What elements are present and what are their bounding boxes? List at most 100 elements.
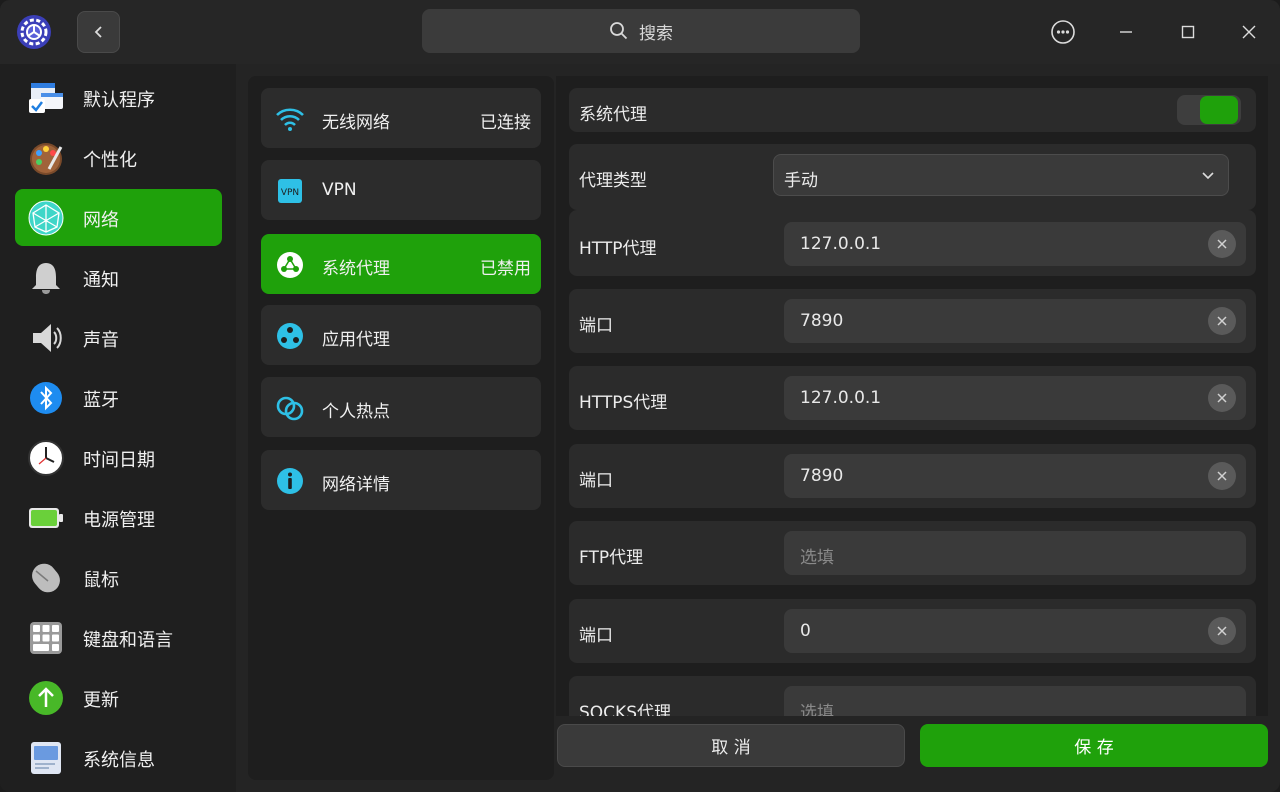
network-menu: 无线网络 已连接 VPN VPN 系统代理 已禁用 应用代理 个人热点 网络详情 (248, 76, 554, 780)
clear-icon (1217, 239, 1227, 249)
more-options-icon (1051, 20, 1075, 44)
network-menu-item-label: 个人热点 (322, 402, 390, 422)
sidebar-item-notification[interactable]: 通知 (15, 249, 222, 306)
sidebar-item-system-info[interactable]: 系统信息 (15, 729, 222, 786)
control-center-logo-icon (17, 15, 51, 49)
network-menu-item-status: 已连接 (480, 113, 531, 133)
http-proxy-row: HTTP代理 127.0.0.1 (569, 210, 1256, 276)
clear-icon (1217, 471, 1227, 481)
ftp-port-row: 端口 0 (569, 599, 1256, 663)
http-proxy-input[interactable]: 127.0.0.1 (784, 222, 1246, 266)
sidebar-item-power[interactable]: 电源管理 (15, 489, 222, 546)
sidebar-item-label: 声音 (83, 330, 119, 351)
close-button[interactable] (1233, 16, 1265, 48)
https-port-row: 端口 7890 (569, 444, 1256, 508)
http-port-input[interactable]: 7890 (784, 299, 1246, 343)
https-proxy-input[interactable]: 127.0.0.1 (784, 376, 1246, 420)
socks-proxy-input[interactable]: 选填 (784, 686, 1246, 716)
sidebar-item-label: 鼠标 (83, 570, 119, 591)
socks-proxy-label: SOCKS代理 (579, 703, 671, 716)
ftp-port-input[interactable]: 0 (784, 609, 1246, 653)
http-port-value: 7890 (800, 311, 844, 331)
minimize-icon (1120, 31, 1132, 33)
battery-icon (29, 508, 63, 528)
speaker-icon (33, 324, 62, 352)
sidebar-item-update[interactable]: 更新 (15, 669, 222, 726)
network-menu-item-app-proxy[interactable]: 应用代理 (261, 305, 541, 365)
back-button[interactable] (77, 11, 120, 53)
proxy-type-value: 手动 (784, 171, 818, 191)
network-menu-item-label: 无线网络 (322, 113, 390, 133)
http-proxy-clear-button[interactable] (1208, 230, 1236, 258)
https-proxy-clear-button[interactable] (1208, 384, 1236, 412)
network-menu-item-status: 已禁用 (480, 259, 531, 279)
network-menu-item-hotspot[interactable]: 个人热点 (261, 377, 541, 437)
network-menu-item-label: 网络详情 (322, 475, 390, 495)
ftp-proxy-input[interactable]: 选填 (784, 531, 1246, 575)
proxy-type-select[interactable]: 手动 (773, 154, 1229, 196)
chevron-down-icon (1202, 172, 1214, 180)
ftp-proxy-row: FTP代理 选填 (569, 521, 1256, 585)
system-proxy-label: 系统代理 (579, 105, 647, 125)
https-port-value: 7890 (800, 466, 844, 486)
toggle-knob (1200, 96, 1238, 124)
ftp-proxy-label: FTP代理 (579, 548, 644, 568)
http-port-row: 端口 7890 (569, 289, 1256, 353)
minimize-button[interactable] (1110, 16, 1142, 48)
system-info-icon (31, 742, 61, 774)
https-port-input[interactable]: 7890 (784, 454, 1246, 498)
proxy-icon (277, 252, 303, 278)
network-menu-item-details[interactable]: 网络详情 (261, 450, 541, 510)
more-options-button[interactable] (1047, 16, 1079, 48)
cancel-button[interactable]: 取 消 (557, 724, 905, 767)
sidebar: 默认程序 个性化 网络 通知 声音 蓝牙 时间日期 电源管理 鼠标 键盘和语言 … (0, 64, 236, 792)
http-proxy-label: HTTP代理 (579, 239, 657, 259)
app-proxy-icon (277, 323, 303, 349)
sidebar-item-label: 电源管理 (83, 510, 155, 531)
http-port-clear-button[interactable] (1208, 307, 1236, 335)
https-proxy-value: 127.0.0.1 (800, 388, 882, 408)
sidebar-item-label: 网络 (83, 210, 119, 231)
sidebar-item-label: 更新 (83, 690, 119, 711)
hotspot-icon (276, 396, 304, 421)
ftp-proxy-placeholder: 选填 (800, 548, 834, 568)
sidebar-item-label: 蓝牙 (83, 390, 119, 411)
https-port-clear-button[interactable] (1208, 462, 1236, 490)
vpn-icon: VPN (278, 179, 302, 203)
ftp-port-value: 0 (800, 621, 811, 641)
sidebar-item-keyboard[interactable]: 键盘和语言 (15, 609, 222, 666)
search-input[interactable]: 搜索 (422, 9, 860, 53)
network-menu-item-system-proxy[interactable]: 系统代理 已禁用 (261, 234, 541, 294)
close-icon (1242, 25, 1256, 39)
network-menu-item-vpn[interactable]: VPN VPN (261, 160, 541, 220)
network-icon (28, 200, 64, 236)
wifi-icon (276, 108, 304, 131)
keyboard-icon (30, 622, 62, 654)
network-menu-item-wifi[interactable]: 无线网络 已连接 (261, 88, 541, 148)
sidebar-item-default-apps[interactable]: 默认程序 (15, 69, 222, 126)
sidebar-item-datetime[interactable]: 时间日期 (15, 429, 222, 486)
sidebar-item-label: 个性化 (83, 150, 137, 171)
proxy-settings-panel: 系统代理 代理类型 手动 HTTP代理 127.0.0.1 端口 7890 HT… (556, 76, 1268, 716)
https-proxy-row: HTTPS代理 127.0.0.1 (569, 366, 1256, 430)
sidebar-item-label: 键盘和语言 (83, 630, 173, 651)
sidebar-item-network[interactable]: 网络 (15, 189, 222, 246)
sidebar-item-sound[interactable]: 声音 (15, 309, 222, 366)
maximize-icon (1181, 25, 1195, 39)
sidebar-item-personalization[interactable]: 个性化 (15, 129, 222, 186)
clock-icon (28, 440, 64, 476)
clear-icon (1217, 316, 1227, 326)
bell-icon (32, 263, 60, 294)
sidebar-item-bluetooth[interactable]: 蓝牙 (15, 369, 222, 426)
save-button[interactable]: 保 存 (920, 724, 1268, 767)
sidebar-item-mouse[interactable]: 鼠标 (15, 549, 222, 606)
socks-proxy-placeholder: 选填 (800, 703, 834, 716)
https-port-label: 端口 (579, 471, 613, 491)
maximize-button[interactable] (1172, 16, 1204, 48)
info-icon (277, 468, 303, 494)
title-bar: 搜索 (0, 0, 1280, 64)
system-proxy-toggle[interactable] (1177, 95, 1241, 125)
ftp-port-clear-button[interactable] (1208, 617, 1236, 645)
http-port-label: 端口 (579, 316, 613, 336)
proxy-type-label: 代理类型 (579, 171, 647, 191)
